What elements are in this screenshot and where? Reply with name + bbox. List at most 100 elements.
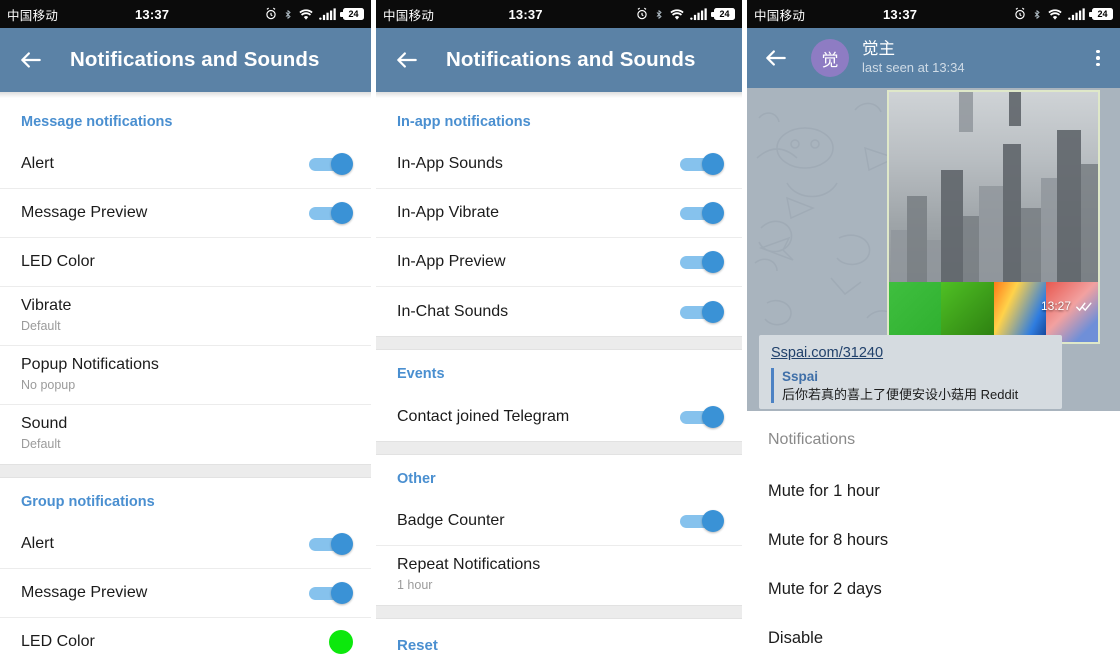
toggle-in-app-vibrate[interactable] (680, 202, 724, 224)
status-icons: 24 (635, 7, 735, 22)
thumbnail-1[interactable] (889, 282, 942, 342)
row-title: Sound (21, 415, 68, 432)
row-repeat-notifications[interactable]: Repeat Notifications 1 hour (376, 546, 742, 605)
photo-message-bubble[interactable]: 13:27 (887, 90, 1100, 344)
row-title: Alert (21, 155, 54, 172)
toggle-contact-joined[interactable] (680, 405, 724, 428)
row-in-chat-sounds[interactable]: In-Chat Sounds (376, 287, 742, 336)
back-arrow-icon[interactable] (394, 47, 420, 73)
link-preview-card[interactable]: Sspai.com/31240 Sspai 后你若真的喜上了便便安设小菇用 Re… (759, 335, 1062, 409)
app-bar-2: Notifications and Sounds (376, 28, 742, 92)
menu-item-mute-8-hours[interactable]: Mute for 8 hours (747, 516, 1120, 565)
row-group-message-preview[interactable]: Message Preview (0, 569, 371, 618)
carrier-label: 中国移动 (7, 8, 59, 23)
toggle-group-alert[interactable] (309, 533, 353, 555)
panel-chat-notifications-menu: 中国移动 13:37 24 觉 觉主 last seen at 13:34 13… (747, 0, 1120, 661)
toggle-in-app-sounds[interactable] (680, 153, 724, 175)
row-sound[interactable]: Sound Default (0, 405, 371, 464)
carrier-label: 中国移动 (754, 8, 806, 23)
wifi-icon (1048, 8, 1062, 20)
message-time: 13:27 (1040, 299, 1071, 313)
row-title: LED Color (21, 633, 95, 650)
section-divider-2a (376, 336, 742, 350)
link-description: 后你若真的喜上了便便安设小菇用 Reddit (782, 387, 1019, 402)
row-subtitle: Default (21, 437, 61, 451)
notifications-menu-sheet: Notifications Mute for 1 hour Mute for 8… (747, 411, 1120, 661)
battery-icon: 24 (1089, 8, 1113, 20)
section-divider-2b (376, 441, 742, 455)
row-group-led-color[interactable]: LED Color (0, 618, 371, 661)
settings-list-2: In-app notifications In-App Sounds In-Ap… (376, 98, 742, 661)
chat-message-area: 13:27 Sspai.com/31240 Sspai 后你若真的喜上了便便安设… (747, 88, 1120, 411)
thumbnail-3[interactable] (993, 282, 1046, 342)
avatar[interactable]: 觉 (811, 39, 849, 77)
row-title: Message Preview (21, 584, 148, 601)
menu-item-disable[interactable]: Disable (747, 614, 1120, 661)
row-in-app-preview[interactable]: In-App Preview (376, 238, 742, 287)
section-header-message-notifications: Message notifications (21, 114, 173, 130)
link-accent-bar (771, 368, 774, 403)
battery-level: 24 (1097, 8, 1108, 19)
row-vibrate[interactable]: Vibrate Default (0, 287, 371, 346)
led-color-swatch-icon[interactable] (329, 630, 353, 654)
toggle-in-chat-sounds[interactable] (680, 300, 724, 323)
toggle-group-message-preview[interactable] (309, 582, 353, 604)
double-check-icon (1076, 302, 1092, 311)
chat-header-texts[interactable]: 觉主 last seen at 13:34 (862, 40, 1088, 76)
row-title: In-App Sounds (397, 155, 503, 172)
thumbnail-2[interactable] (941, 282, 994, 342)
bluetooth-icon (285, 9, 291, 19)
toggle-message-alert[interactable] (309, 153, 353, 175)
reset-button[interactable]: Reset (376, 619, 742, 661)
row-group-alert[interactable]: Alert (0, 520, 371, 569)
screenshot-root: 中国移动 13:37 24 Notifications and Sounds M… (0, 0, 1120, 661)
row-title: Popup Notifications (21, 356, 159, 373)
section-header-other: Other (397, 471, 436, 487)
row-led-color[interactable]: LED Color (0, 238, 371, 287)
signal-icon (690, 8, 707, 21)
row-message-preview[interactable]: Message Preview (0, 189, 371, 238)
battery-icon: 24 (711, 8, 735, 20)
menu-item-mute-1-hour[interactable]: Mute for 1 hour (747, 467, 1120, 516)
section-divider-2c (376, 605, 742, 619)
row-title: Repeat Notifications (397, 556, 541, 573)
row-title: Contact joined Telegram (397, 407, 570, 425)
alarm-icon (266, 7, 276, 20)
row-title: Message Preview (21, 204, 148, 221)
status-bar: 中国移动 13:37 24 (747, 0, 1120, 28)
settings-list-1: Message notifications Alert Message Prev… (0, 98, 371, 661)
row-title: In-App Vibrate (397, 204, 499, 221)
contact-name: 觉主 (862, 40, 895, 58)
bluetooth-icon (1034, 9, 1040, 19)
app-bar-chat: 觉 觉主 last seen at 13:34 (747, 28, 1120, 88)
status-time: 13:37 (508, 6, 543, 22)
battery-level: 24 (719, 8, 730, 19)
row-contact-joined-telegram[interactable]: Contact joined Telegram (376, 392, 742, 441)
link-site-name: Sspai (782, 369, 819, 384)
row-subtitle: 1 hour (397, 578, 433, 592)
row-in-app-vibrate[interactable]: In-App Vibrate (376, 189, 742, 238)
toggle-message-preview[interactable] (309, 202, 353, 224)
row-title: In-Chat Sounds (397, 302, 509, 320)
panel-notifications-settings-1: 中国移动 13:37 24 Notifications and Sounds M… (0, 0, 371, 661)
photo-cityscape[interactable] (889, 92, 1098, 282)
section-header-in-app-notifications: In-app notifications (397, 114, 531, 130)
overflow-menu-icon[interactable] (1088, 49, 1108, 67)
toggle-in-app-preview[interactable] (680, 251, 724, 273)
row-badge-counter[interactable]: Badge Counter (376, 497, 742, 546)
row-popup-notifications[interactable]: Popup Notifications No popup (0, 346, 371, 405)
photo-thumbnail-strip[interactable]: 13:27 (889, 282, 1098, 342)
menu-item-mute-2-days[interactable]: Mute for 2 days (747, 565, 1120, 614)
back-arrow-icon[interactable] (763, 45, 789, 71)
row-in-app-sounds[interactable]: In-App Sounds (376, 140, 742, 189)
row-subtitle: Default (21, 319, 61, 333)
link-url[interactable]: Sspai.com/31240 (771, 344, 1050, 363)
toggle-badge-counter[interactable] (680, 510, 724, 532)
page-title-2: Notifications and Sounds (446, 48, 696, 71)
row-message-alert[interactable]: Alert (0, 140, 371, 189)
signal-icon (319, 8, 336, 21)
back-arrow-icon[interactable] (18, 47, 44, 73)
row-subtitle: No popup (21, 378, 76, 392)
status-icons: 24 (1013, 7, 1113, 22)
app-bar-1: Notifications and Sounds (0, 28, 371, 92)
